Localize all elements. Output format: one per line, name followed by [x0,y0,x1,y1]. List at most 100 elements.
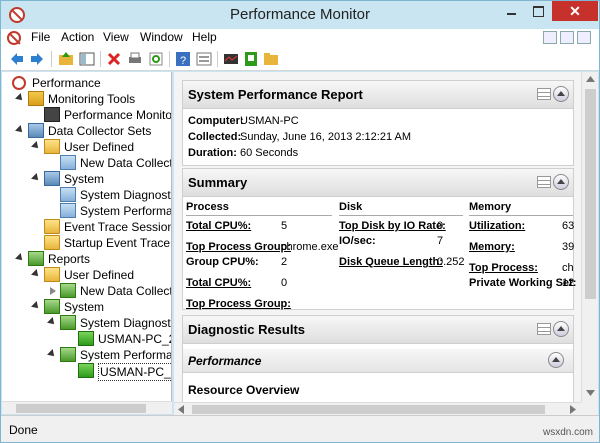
private-working-set-value: 12 [562,277,575,289]
total-cpu-link-2[interactable]: Total CPU%: [186,277,251,289]
reports-icon [28,251,44,266]
report-icon [78,331,94,346]
total-cpu-link[interactable]: Total CPU%: [186,220,251,232]
utilization-value: 63 [562,220,575,232]
resource-overview-title: Resource Overview [188,383,300,397]
tools-folder-icon [28,91,44,106]
horizontal-scrollbar[interactable] [174,402,581,415]
expand-arrow-icon[interactable] [47,317,57,327]
new-icon[interactable] [243,51,259,67]
data-collector-icon [60,187,76,202]
help-icon[interactable]: ? [175,51,191,67]
report-header-section: System Performance Report Computer: USMA… [182,80,574,166]
menu-action[interactable]: Action [61,30,94,44]
disk-queue-length-link[interactable]: Disk Queue Length: [339,256,443,268]
up-folder-icon[interactable] [58,51,74,67]
folder-icon[interactable] [263,51,279,67]
properties-icon[interactable] [196,51,212,67]
print-icon[interactable] [127,51,143,67]
collapse-icon[interactable] [553,321,569,337]
folder-icon [44,219,60,234]
title-bar: Performance Monitor ✕ [1,1,599,29]
delete-icon[interactable] [106,51,122,67]
report-content: System Performance Report Computer: USMA… [174,72,581,402]
mdi-minimize-button[interactable] [543,31,557,44]
top-process-group-link-2[interactable]: Top Process Group: [186,298,291,310]
tree-horizontal-scrollbar[interactable] [2,401,172,414]
collapse-icon[interactable] [553,86,569,102]
expand-arrow-icon[interactable] [31,301,41,311]
report-header-bar: System Performance Report [183,81,573,109]
expand-arrow-icon[interactable] [47,349,57,359]
scroll-up-icon[interactable] [586,76,595,82]
scrollbar-corner [581,402,598,415]
top-disk-value: 0 [437,220,444,232]
status-text: Done [9,423,38,437]
table-view-icon[interactable] [537,176,551,188]
io-sec-label: IO/sec: [339,235,376,247]
scrollbar-thumb[interactable] [192,405,545,414]
user-defined-folder-icon [44,139,60,154]
status-bar: Done wsxdn.com [1,415,599,442]
view-report-icon[interactable] [223,51,239,67]
process-column-header: Process [186,201,332,216]
navigation-tree: Performance Monitoring Tools Performance… [2,72,172,414]
top-disk-link[interactable]: Top Disk by IO Rate: [339,220,446,232]
summary-section: Summary Process Disk Memory Total CPU%: … [182,168,577,310]
report-folder-icon [60,283,76,298]
group-cpu-value: 2 [281,256,288,268]
resource-overview-subheader: Resource Overview [183,377,573,401]
menu-bar: File Action View Window Help [1,29,599,47]
menu-view[interactable]: View [103,30,129,44]
back-icon[interactable] [9,51,25,67]
table-view-icon[interactable] [537,88,551,100]
mdi-restore-button[interactable] [560,31,574,44]
group-cpu-label: Group CPU%: [186,256,259,268]
scrollbar-thumb[interactable] [585,89,596,299]
utilization-link[interactable]: Utilization: [469,220,525,232]
summary-header-bar: Summary [183,169,573,197]
system-menu-icon[interactable] [7,31,21,45]
data-collector-icon [60,155,76,170]
memory-column-header: Memory [469,201,573,216]
top-process-group-link[interactable]: Top Process Group: [186,241,291,253]
collapse-icon[interactable] [548,352,564,368]
maximize-button[interactable] [525,1,551,21]
report-folder-icon [44,299,60,314]
mdi-close-button[interactable] [577,31,591,44]
data-collector-icon [60,203,76,218]
scrollbar-thumb[interactable] [16,404,146,413]
expand-arrow-icon[interactable] [31,269,41,279]
toolbar-separator [169,51,170,67]
expand-arrow-icon[interactable] [15,253,25,263]
diagnostic-results-section: Diagnostic Results Performance Resource … [182,315,574,402]
diagnostic-header-bar: Diagnostic Results [183,316,573,344]
scroll-down-icon[interactable] [586,390,595,396]
collapse-arrow-icon[interactable] [50,287,56,295]
show-hide-tree-icon[interactable] [79,51,95,67]
vertical-scrollbar[interactable] [581,72,598,402]
scroll-right-icon[interactable] [570,405,576,414]
memory-link[interactable]: Memory: [469,241,515,253]
collapse-icon[interactable] [553,174,569,190]
private-working-set-label: Private Working Set: [469,277,577,289]
top-process-value: ch [562,262,574,274]
disk-column-header: Disk [339,201,463,216]
toolbar-separator [100,51,101,67]
expand-arrow-icon[interactable] [15,125,25,135]
menu-window[interactable]: Window [140,30,183,44]
memory-value: 39 [562,241,575,253]
minimize-button[interactable] [498,1,524,21]
table-view-icon[interactable] [537,323,551,335]
close-button[interactable]: ✕ [552,1,598,21]
expand-arrow-icon[interactable] [31,141,41,151]
top-process-link[interactable]: Top Process: [469,262,538,274]
forward-icon[interactable] [29,51,45,67]
report-icon [78,363,94,378]
scroll-left-icon[interactable] [178,405,184,414]
expand-arrow-icon[interactable] [31,173,41,183]
menu-file[interactable]: File [31,30,50,44]
menu-help[interactable]: Help [192,30,217,44]
expand-arrow-icon[interactable] [15,93,25,103]
refresh-icon[interactable] [148,51,164,67]
